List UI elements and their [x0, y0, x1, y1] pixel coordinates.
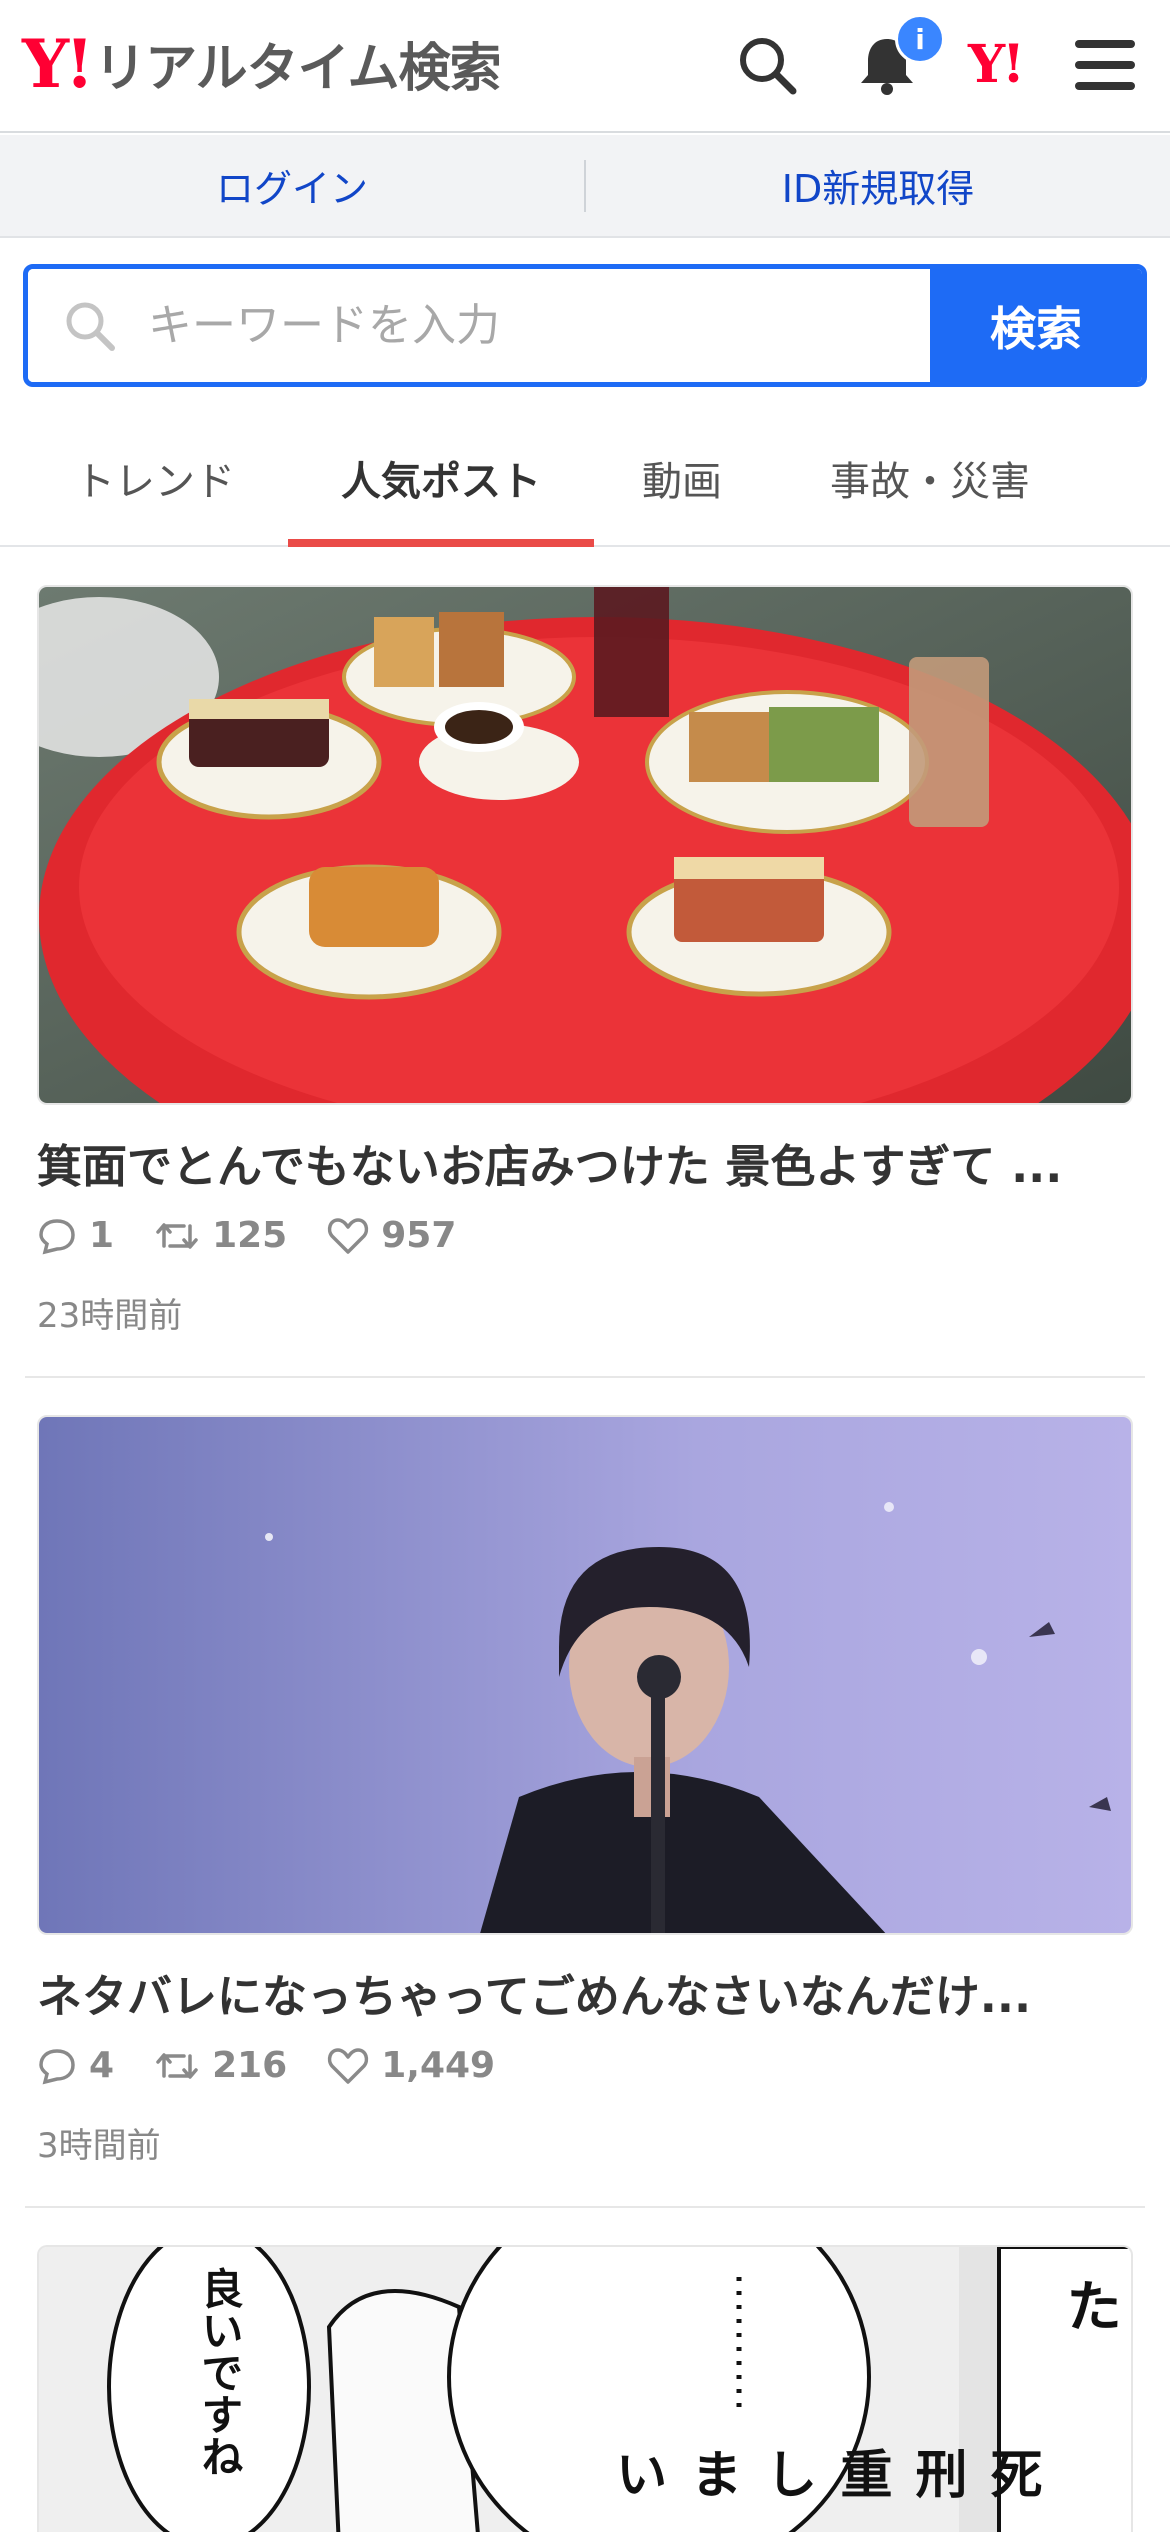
- yahoo-logo-mark: Y!: [22, 24, 94, 103]
- category-tabs: トレンド 人気ポスト 動画 事故・災害: [0, 410, 1170, 547]
- repost-count[interactable]: 216: [154, 2045, 287, 2086]
- heart-icon: [328, 1217, 369, 1254]
- login-link[interactable]: ログイン: [0, 135, 584, 236]
- repost-icon: [156, 2052, 198, 2079]
- heart-icon: [328, 2047, 369, 2084]
- search-field[interactable]: [28, 269, 930, 382]
- tab-video[interactable]: 動画: [612, 410, 752, 545]
- post-stats: 4 216 1,449: [37, 2045, 535, 2086]
- yahoo-realtime-logo[interactable]: Y! リアルタイム検索: [22, 24, 502, 103]
- search-button[interactable]: 検索: [930, 269, 1142, 382]
- app-header: Y! リアルタイム検索 i Y!: [0, 0, 1170, 133]
- login-bar: ログイン ID新規取得: [0, 135, 1170, 238]
- tab-accident-disaster[interactable]: 事故・災害: [800, 410, 1060, 545]
- post-timestamp: 3時間前: [37, 2126, 161, 2166]
- repost-icon: [156, 1222, 198, 1249]
- manga-speech-3: 偽物でした: [1057, 2277, 1122, 2333]
- post-timestamp: 23時間前: [37, 1296, 183, 1336]
- yahoo-home-icon[interactable]: Y!: [968, 34, 1025, 95]
- like-count[interactable]: 957: [327, 1215, 456, 1256]
- notification-badge: i: [895, 14, 945, 64]
- post-title[interactable]: ネタバレになっちゃってごめんなさいなんだけ...: [37, 1960, 1127, 2025]
- tab-popular-posts[interactable]: 人気ポスト: [288, 410, 594, 547]
- repost-count[interactable]: 125: [154, 1215, 287, 1256]
- reply-icon: [39, 2048, 75, 2084]
- search-field-icon: [66, 302, 115, 351]
- search-icon[interactable]: [732, 30, 802, 100]
- reply-count[interactable]: 4: [37, 2045, 114, 2086]
- manga-speech-1: 良いですね: [195, 2267, 244, 2477]
- post-title[interactable]: 箕面でとんでもないお店みつけた 景色よすぎて ...: [37, 1130, 1127, 1195]
- post-divider: [25, 2206, 1145, 2208]
- tab-trend[interactable]: トレンド: [60, 410, 250, 545]
- register-link[interactable]: ID新規取得: [586, 135, 1170, 236]
- reply-icon: [39, 1218, 75, 1254]
- post-image-concert-singer[interactable]: [37, 1415, 1133, 1935]
- menu-icon[interactable]: [1070, 30, 1140, 100]
- logo-title: リアルタイム検索: [94, 39, 501, 99]
- search-input[interactable]: [148, 300, 930, 351]
- like-count[interactable]: 1,449: [327, 2045, 495, 2086]
- post-divider: [25, 1376, 1145, 1378]
- reply-count[interactable]: 1: [37, 1215, 114, 1256]
- post-image-cafe-table[interactable]: [37, 585, 1133, 1105]
- search-bar: 検索: [23, 264, 1147, 387]
- post-stats: 1 125 957: [37, 1215, 496, 1256]
- manga-speech-2: 死刑重しまい: [606, 2447, 1041, 2499]
- post-image-manga[interactable]: 良いですね 死刑重しまい 偽物でした: [37, 2245, 1133, 2532]
